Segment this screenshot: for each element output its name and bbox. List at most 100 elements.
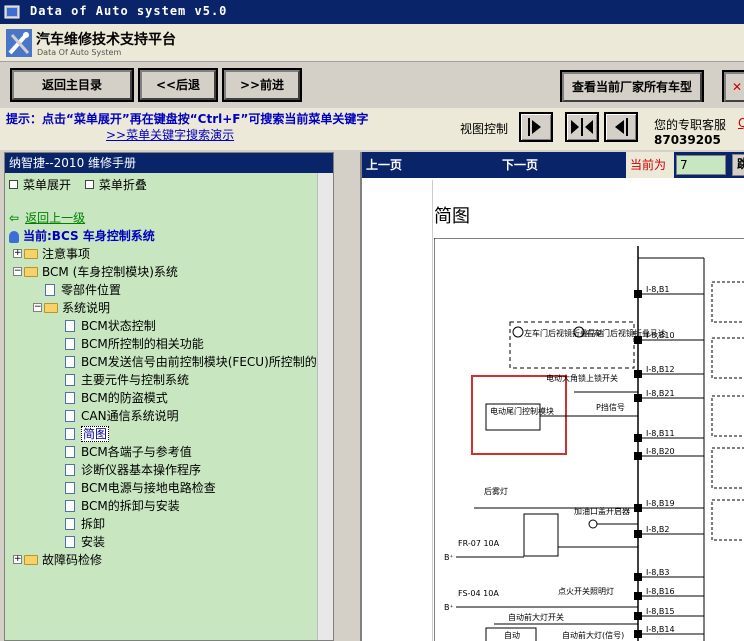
- auto-headlamp-signal-label: 自动前大灯(信号): [562, 630, 624, 640]
- connector-pin: [634, 394, 642, 402]
- tree-item-label: BCM的防盗模式: [81, 391, 168, 405]
- tree-item-label: 简图: [81, 426, 110, 442]
- split-arrows-icon: [571, 118, 593, 136]
- prev-page-button[interactable]: 上一页: [366, 156, 402, 173]
- view-expand-left-button[interactable]: [604, 112, 638, 142]
- folder-icon: [44, 302, 58, 313]
- connector-pin: [634, 434, 642, 442]
- tree-item-label: CAN通信系统说明: [81, 409, 179, 423]
- arrow-left-icon: [615, 118, 628, 136]
- pin-label: I-8,B15: [646, 607, 675, 616]
- tree-item-label: 故障码检修: [42, 553, 103, 567]
- tree-item[interactable]: BCM电源与接地电路检查: [53, 479, 216, 497]
- current-location-icon: [9, 230, 19, 243]
- relay-block: [711, 499, 744, 541]
- menu-panel: 纳智捷--2010 维修手册 菜单展开 菜单折叠 ⇦ 返回上一级 当前:BCS 车…: [4, 152, 334, 641]
- app-icon: [4, 5, 20, 19]
- document-icon: [65, 355, 75, 368]
- connector-pin: [634, 452, 642, 460]
- collapse-toggle-icon[interactable]: −: [33, 303, 42, 312]
- b-plus-label-1: B⁺: [444, 553, 454, 562]
- collapse-icon: [84, 180, 94, 189]
- support-qq-link[interactable]: Q: [738, 116, 744, 130]
- next-page-button[interactable]: 下一页: [502, 156, 538, 173]
- current-section: 当前:BCS 车身控制系统: [9, 227, 155, 244]
- menu-expand-button[interactable]: 菜单展开: [9, 178, 71, 192]
- manual-title: 纳智捷--2010 维修手册: [5, 153, 333, 173]
- pin-label: I-8,B19: [646, 499, 675, 508]
- tree-item[interactable]: 安装: [53, 533, 105, 551]
- close-button[interactable]: ✕: [722, 70, 744, 102]
- connector-pin: [634, 630, 642, 638]
- back-up-link[interactable]: ⇦ 返回上一级: [9, 209, 85, 226]
- green-arrow-left-icon: ⇦: [9, 211, 20, 225]
- document-icon: [65, 535, 75, 548]
- tree-item-label: BCM各端子与参考值: [81, 445, 192, 459]
- tree-item-label: BCM发送信号由前控制模块(FECU)所控制的相关: [81, 355, 334, 369]
- tree-item[interactable]: BCM的防盗模式: [53, 389, 168, 407]
- tree-item[interactable]: 拆卸: [53, 515, 105, 533]
- tree-item-label: BCM所控制的相关功能: [81, 337, 204, 351]
- tree-item-label: BCM (车身控制模块)系统: [42, 265, 178, 279]
- tree-item[interactable]: BCM的拆卸与安装: [53, 497, 180, 515]
- relay-blocks: [711, 281, 744, 541]
- tree-item[interactable]: BCM状态控制: [53, 317, 156, 335]
- tree-item[interactable]: BCM发送信号由前控制模块(FECU)所控制的相关: [53, 353, 334, 371]
- collapse-toggle-icon[interactable]: −: [13, 267, 22, 276]
- content-panel: 上一页 下一页 当前为 7 跳 简图 I-8,B1 I-8,B10 I-8,B12 I…: [360, 152, 744, 641]
- tree-item-label: BCM状态控制: [81, 319, 156, 333]
- page-nav-bar: 上一页 下一页 当前为 7 跳: [362, 152, 744, 178]
- search-demo-link[interactable]: >>菜单关键字搜索演示: [106, 126, 234, 143]
- switch-angle-label: 电动大角锁上锁开关: [546, 373, 618, 383]
- tree-item[interactable]: 主要元件与控制系统: [53, 371, 189, 389]
- tree-item[interactable]: 零部件位置: [33, 281, 121, 299]
- back-button[interactable]: <<后退: [138, 68, 218, 102]
- tailgate-module-label: 电动尾门控制模块: [490, 406, 554, 416]
- home-button[interactable]: 返回主目录: [10, 68, 134, 102]
- relay-block: [711, 447, 744, 489]
- tree-item[interactable]: − BCM (车身控制模块)系统: [13, 263, 178, 281]
- b-plus-label-2: B⁺: [444, 603, 454, 612]
- all-models-button[interactable]: 查看当前厂家所有车型: [560, 70, 704, 102]
- go-page-button[interactable]: 跳: [732, 154, 744, 176]
- relay-block: [711, 395, 744, 437]
- document-icon: [65, 499, 75, 512]
- hint-bar: 提示：点击“菜单展开”再在键盘按“Ctrl+F”可搜索当前菜单关键字 >>菜单关…: [0, 108, 744, 150]
- auto-headlamp-switch-label: 自动前大灯开关: [508, 612, 564, 622]
- menu-collapse-button[interactable]: 菜单折叠: [84, 178, 147, 192]
- support-phone: 87039205: [654, 133, 721, 147]
- tree-item-label: 注意事项: [42, 247, 91, 261]
- window-title-bar: Data of Auto system v5.0: [0, 0, 744, 24]
- connector-pin: [634, 370, 642, 378]
- tools-logo-icon: [6, 29, 32, 57]
- document-icon: [65, 337, 75, 350]
- tree-item[interactable]: + 注意事项: [13, 245, 90, 263]
- pin-label: I-8,B2: [646, 525, 669, 534]
- document-icon: [65, 445, 75, 458]
- pin-label: I-8,B12: [646, 365, 675, 374]
- pin-label: I-8,B21: [646, 389, 675, 398]
- tree-item[interactable]: 诊断仪器基本操作程序: [53, 461, 201, 479]
- tree-item[interactable]: BCM各端子与参考值: [53, 443, 192, 461]
- tree-item[interactable]: + 故障码检修: [13, 551, 102, 569]
- pin-label: I-8,B3: [646, 568, 669, 577]
- expand-toggle-icon[interactable]: +: [13, 249, 22, 258]
- pin-label: I-8,B20: [646, 447, 675, 456]
- tree-item[interactable]: CAN通信系统说明: [53, 407, 179, 425]
- tree-item[interactable]: − 系统说明: [33, 299, 110, 317]
- view-expand-right-button[interactable]: [519, 112, 553, 142]
- app-header: 汽车维修技术支持平台 Data Of Auto System: [0, 24, 744, 62]
- document-icon: [65, 517, 75, 530]
- fuse-fs04-label: FS-04 10A: [458, 589, 499, 598]
- forward-button[interactable]: >>前进: [222, 68, 302, 102]
- menu-scrollbar[interactable]: [317, 173, 333, 640]
- document-icon: [65, 427, 75, 440]
- connector-pin: [634, 530, 642, 538]
- tree-item[interactable]: 简图: [53, 425, 110, 443]
- document-icon: [65, 373, 75, 386]
- auto-label: 自动: [504, 630, 520, 640]
- page-number-input[interactable]: 7: [676, 155, 726, 175]
- view-split-button[interactable]: [565, 112, 599, 142]
- tree-item[interactable]: BCM所控制的相关功能: [53, 335, 204, 353]
- expand-toggle-icon[interactable]: +: [13, 555, 22, 564]
